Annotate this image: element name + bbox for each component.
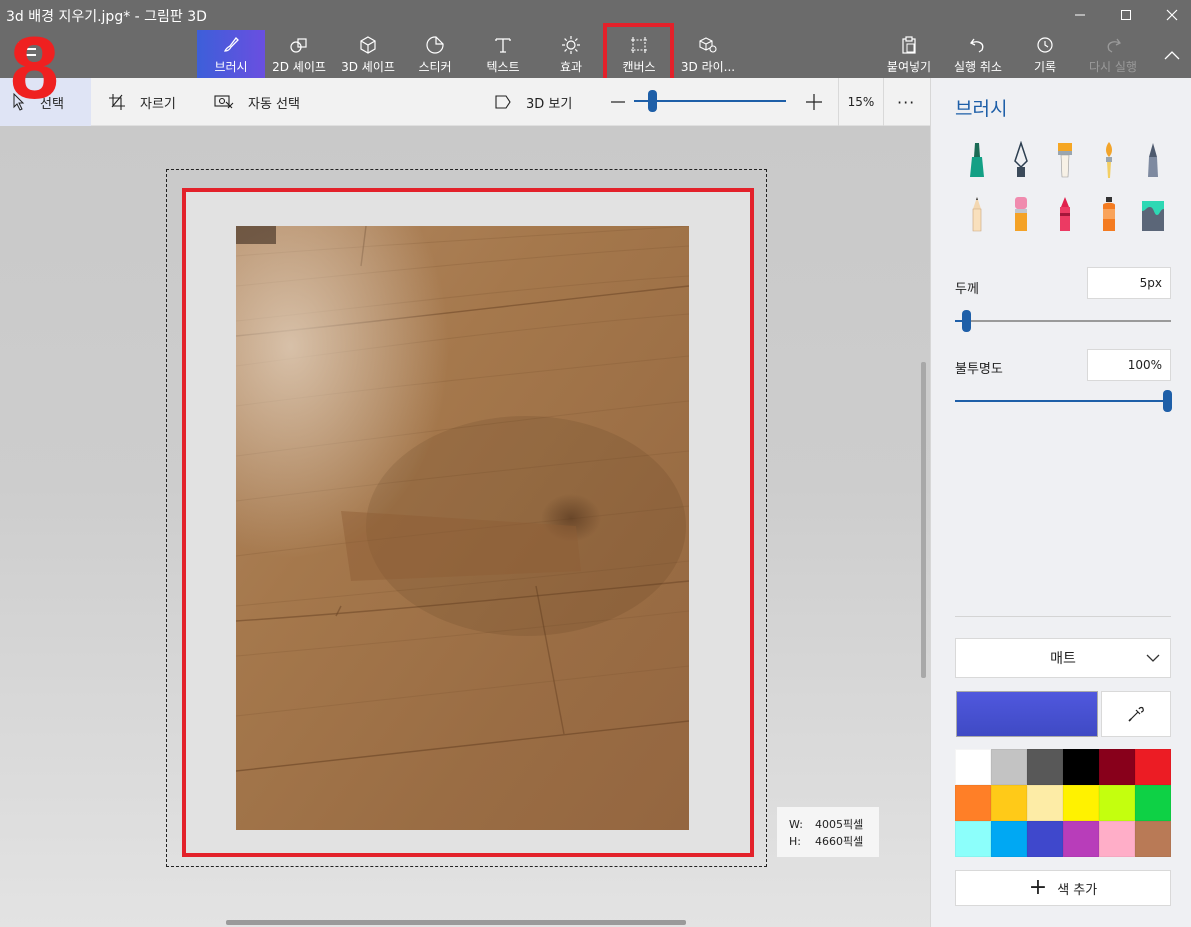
- opacity-slider-track[interactable]: [955, 400, 1171, 402]
- tool-text[interactable]: 텍스트: [478, 30, 528, 78]
- title-bar: 3d 배경 지우기.jpg* - 그림판 3D 브러시 2D 셰이프 3D 셰이…: [0, 0, 1191, 78]
- close-icon[interactable]: [1158, 4, 1186, 26]
- collapse-ribbon-icon[interactable]: [1158, 44, 1186, 66]
- pencil-icon[interactable]: [962, 194, 992, 234]
- 2d-shapes-icon: [289, 34, 309, 56]
- step-number: 8: [10, 18, 59, 117]
- crayon-icon[interactable]: [1050, 194, 1080, 234]
- color-swatch[interactable]: [1135, 821, 1171, 857]
- thickness-slider-thumb[interactable]: [962, 310, 971, 332]
- color-swatch[interactable]: [1135, 749, 1171, 785]
- canvas-workspace[interactable]: W: 4005픽셀 H: 4660픽셀: [0, 126, 930, 927]
- color-swatch[interactable]: [955, 785, 991, 821]
- canvas-highlight: [182, 188, 754, 857]
- sticker-icon: [425, 34, 445, 56]
- magic-select-icon: [214, 93, 234, 111]
- opacity-label: 불투명도: [955, 362, 1003, 377]
- horizontal-scrollbar[interactable]: [226, 920, 686, 925]
- history-button[interactable]: 기록: [1028, 30, 1062, 78]
- view-3d-icon: [494, 93, 512, 111]
- chevron-down-icon: [1146, 651, 1160, 669]
- fill-icon[interactable]: [1138, 194, 1168, 234]
- calligraphy-pen-icon[interactable]: [1006, 140, 1036, 180]
- color-swatch[interactable]: [1063, 749, 1099, 785]
- crop-icon: [108, 93, 126, 111]
- color-palette: [955, 749, 1171, 857]
- color-swatch[interactable]: [1135, 785, 1171, 821]
- color-swatch[interactable]: [991, 749, 1027, 785]
- plus-icon: +: [1028, 875, 1048, 900]
- thickness-input[interactable]: 5px: [1087, 267, 1171, 299]
- color-swatch[interactable]: [991, 821, 1027, 857]
- color-swatch[interactable]: [955, 821, 991, 857]
- color-swatch[interactable]: [1099, 821, 1135, 857]
- color-swatch[interactable]: [1099, 785, 1135, 821]
- opacity-input[interactable]: 100%: [1087, 349, 1171, 381]
- add-color-button[interactable]: + 색 추가: [955, 870, 1171, 906]
- marker-icon[interactable]: [962, 140, 992, 180]
- brush-panel: 브러시 두께 5px 불투명도 100% 매트 + 색 추가: [930, 78, 1191, 927]
- thickness-label: 두께: [955, 282, 979, 297]
- magic-select-button[interactable]: 자동 선택: [214, 78, 300, 126]
- paste-button[interactable]: 붙여넣기: [882, 30, 936, 78]
- effects-icon: [561, 34, 581, 56]
- current-color-swatch[interactable]: [956, 691, 1098, 737]
- tool-3d-shapes[interactable]: 3D 셰이프: [336, 30, 400, 78]
- tool-stickers[interactable]: 스티커: [409, 30, 461, 78]
- oil-brush-icon[interactable]: [1050, 140, 1080, 180]
- redo-icon: [1103, 34, 1123, 56]
- text-icon: [493, 34, 513, 56]
- zoom-slider-thumb[interactable]: [648, 90, 657, 112]
- eraser-icon[interactable]: [1006, 194, 1036, 234]
- zoom-in-icon[interactable]: [805, 78, 823, 126]
- panel-title: 브러시: [955, 98, 1008, 120]
- zoom-percent[interactable]: 15%: [838, 78, 884, 126]
- paste-icon: [899, 34, 919, 56]
- more-options-icon[interactable]: ···: [897, 78, 915, 126]
- tool-brush[interactable]: 브러시: [197, 30, 265, 78]
- undo-icon: [968, 34, 988, 56]
- 3d-shapes-icon: [358, 34, 378, 56]
- zoom-out-icon[interactable]: [610, 78, 626, 126]
- color-swatch[interactable]: [991, 785, 1027, 821]
- pixel-pen-icon[interactable]: [1138, 140, 1168, 180]
- opacity-slider-thumb[interactable]: [1163, 390, 1172, 412]
- watercolor-icon[interactable]: [1094, 140, 1124, 180]
- minimize-icon[interactable]: [1066, 4, 1094, 26]
- color-swatch[interactable]: [1099, 749, 1135, 785]
- color-swatch[interactable]: [1063, 785, 1099, 821]
- color-swatch[interactable]: [1027, 821, 1063, 857]
- vertical-scrollbar[interactable]: [921, 362, 926, 678]
- canvas-size-readout: W: 4005픽셀 H: 4660픽셀: [777, 807, 879, 857]
- canvas-tool-highlight: [603, 23, 674, 86]
- eyedropper-icon[interactable]: [1101, 691, 1171, 737]
- 3d-library-icon: [698, 34, 718, 56]
- history-icon: [1035, 34, 1055, 56]
- crop-button[interactable]: 자르기: [108, 78, 176, 126]
- thickness-slider-track[interactable]: [955, 320, 1171, 322]
- finish-dropdown[interactable]: 매트: [955, 638, 1171, 678]
- view-3d-button[interactable]: 3D 보기: [494, 78, 572, 126]
- color-swatch[interactable]: [1027, 749, 1063, 785]
- color-swatch[interactable]: [955, 749, 991, 785]
- color-swatch[interactable]: [1063, 821, 1099, 857]
- tool-effects[interactable]: 효과: [548, 30, 594, 78]
- tool-3d-library[interactable]: 3D 라이...: [678, 30, 738, 78]
- maximize-icon[interactable]: [1112, 4, 1140, 26]
- context-toolbar: 선택 자르기 자동 선택 3D 보기 ···: [0, 78, 930, 126]
- color-swatch[interactable]: [1027, 785, 1063, 821]
- panel-divider: [955, 616, 1171, 617]
- redo-button[interactable]: 다시 실행: [1084, 30, 1142, 78]
- brush-icon: [221, 34, 241, 56]
- undo-button[interactable]: 실행 취소: [948, 30, 1008, 78]
- tool-2d-shapes[interactable]: 2D 셰이프: [268, 30, 330, 78]
- spray-can-icon[interactable]: [1094, 194, 1124, 234]
